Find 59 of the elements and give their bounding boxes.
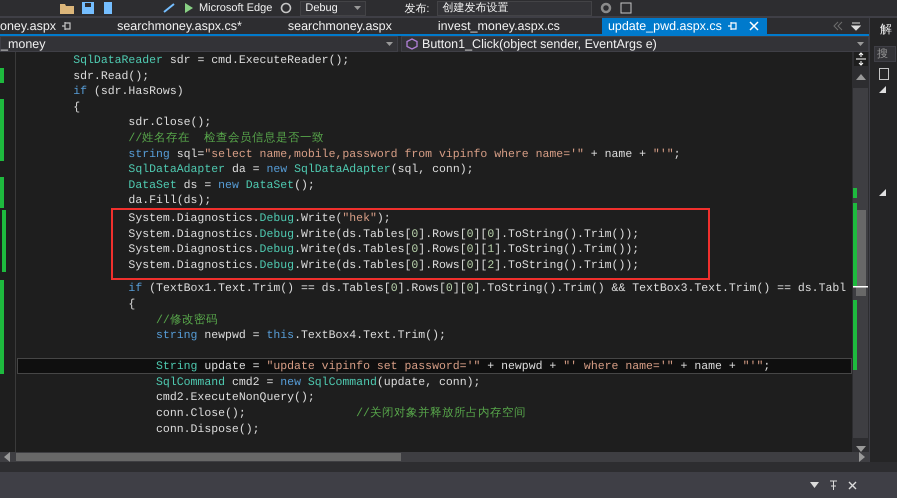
pin-icon[interactable] <box>829 480 838 490</box>
publish-label: 发布: <box>404 2 430 16</box>
expand-icon[interactable] <box>879 86 886 93</box>
caret-icon <box>354 6 362 10</box>
code-line: System.Diagnostics.Debug.Write(ds.Tables[0].Rows[0][1].ToString().Trim()); <box>127 243 640 256</box>
code-line: //姓名存在 检查会员信息是否一致 <box>127 132 324 145</box>
run-target-label[interactable]: Microsoft Edge <box>199 2 272 14</box>
scroll-left-icon[interactable] <box>833 21 844 31</box>
code-line: SqlCommand cmd2 = new SqlCommand(update, conn); <box>155 376 480 389</box>
folder-icon[interactable] <box>60 2 74 14</box>
split-icon[interactable] <box>854 52 868 66</box>
panel-title[interactable]: 解 <box>870 18 892 40</box>
code-line: SqlDataReader sdr = cmd.ExecuteReader(); <box>72 54 350 67</box>
code-line: if (sdr.HasRows) <box>72 85 184 98</box>
code-line: conn.Close(); //关闭对象并释放所占内存空间 <box>155 407 526 420</box>
code-line: DataSet ds = new DataSet(); <box>127 178 315 192</box>
code-line: { <box>72 100 80 114</box>
configuration-dropdown[interactable]: Debug <box>300 0 366 16</box>
member-dropdown[interactable]: Button1_Click(object sender, EventArgs e) <box>401 36 870 52</box>
code-line: System.Diagnostics.Debug.Write("hek"); <box>127 212 391 225</box>
pin-icon[interactable] <box>62 21 72 31</box>
code-line: String update = "update vipinfo set password='" + newpwd + "' where name='" + name + "'"; <box>155 360 770 374</box>
class-dropdown[interactable]: _money <box>0 36 398 52</box>
save-icon[interactable] <box>82 2 94 14</box>
code-line: da.Fill(ds); <box>127 194 212 208</box>
code-line: SqlDataAdapter da = new SqlDataAdapter(sql, conn); <box>127 163 474 176</box>
search-field[interactable]: 搜 <box>874 46 896 62</box>
code-line: sdr.Close(); <box>127 116 212 130</box>
close-icon[interactable] <box>848 480 857 490</box>
code-line: cmd2.ExecuteNonQuery(); <box>155 391 315 404</box>
code-line: //修改密码 <box>155 314 218 326</box>
code-line: sdr.Read(); <box>72 70 150 83</box>
scroll-right-icon[interactable] <box>859 452 866 462</box>
code-line: conn.Dispose(); <box>155 422 260 436</box>
file-icon[interactable] <box>879 68 890 80</box>
dropdown-icon[interactable] <box>810 482 819 488</box>
scroll-left-icon[interactable] <box>4 452 10 462</box>
cube-icon <box>406 38 418 50</box>
code-line: string sql="select name,mobile,password from vipinfo where name='" + name + "'"; <box>127 148 681 161</box>
dropdown-icon[interactable] <box>851 21 862 31</box>
code-line: System.Diagnostics.Debug.Write(ds.Tables[0].Rows[0][0].ToString().Trim()); <box>127 228 640 241</box>
window-icon[interactable] <box>620 2 632 14</box>
scroll-up-icon[interactable] <box>856 74 866 80</box>
document-tab[interactable]: oney.aspx <box>0 18 94 34</box>
code-line: System.Diagnostics.Debug.Write(ds.Tables[0].Rows[0][2].ToString().Trim()); <box>127 258 640 272</box>
caret-icon <box>857 42 864 46</box>
caret-icon <box>386 42 393 46</box>
scrollbar-drawing[interactable] <box>852 88 870 438</box>
document-tab[interactable]: invest_money.aspx.cs <box>414 18 582 34</box>
code-line: { <box>127 298 136 311</box>
horizontal-scrollbar-thumb[interactable] <box>16 453 401 461</box>
code-line: if (TextBox1.Text.Trim() == ds.Tables[0].Rows[0][0].ToString().Trim() && TextBox3.Text.Trim() == ds.Tabl <box>127 282 846 296</box>
document-tab[interactable]: searchmoney.aspx <box>264 18 414 34</box>
expand-icon[interactable] <box>879 189 886 196</box>
code-editor[interactable] <box>0 52 852 452</box>
document-tab[interactable]: searchmoney.aspx.cs* <box>93 18 264 34</box>
publish-profile-dropdown[interactable]: 创建发布设置 <box>437 0 592 16</box>
play-icon[interactable] <box>184 2 194 14</box>
code-line: string newpwd = this.TextBox4.Text.Trim(); <box>155 329 446 342</box>
